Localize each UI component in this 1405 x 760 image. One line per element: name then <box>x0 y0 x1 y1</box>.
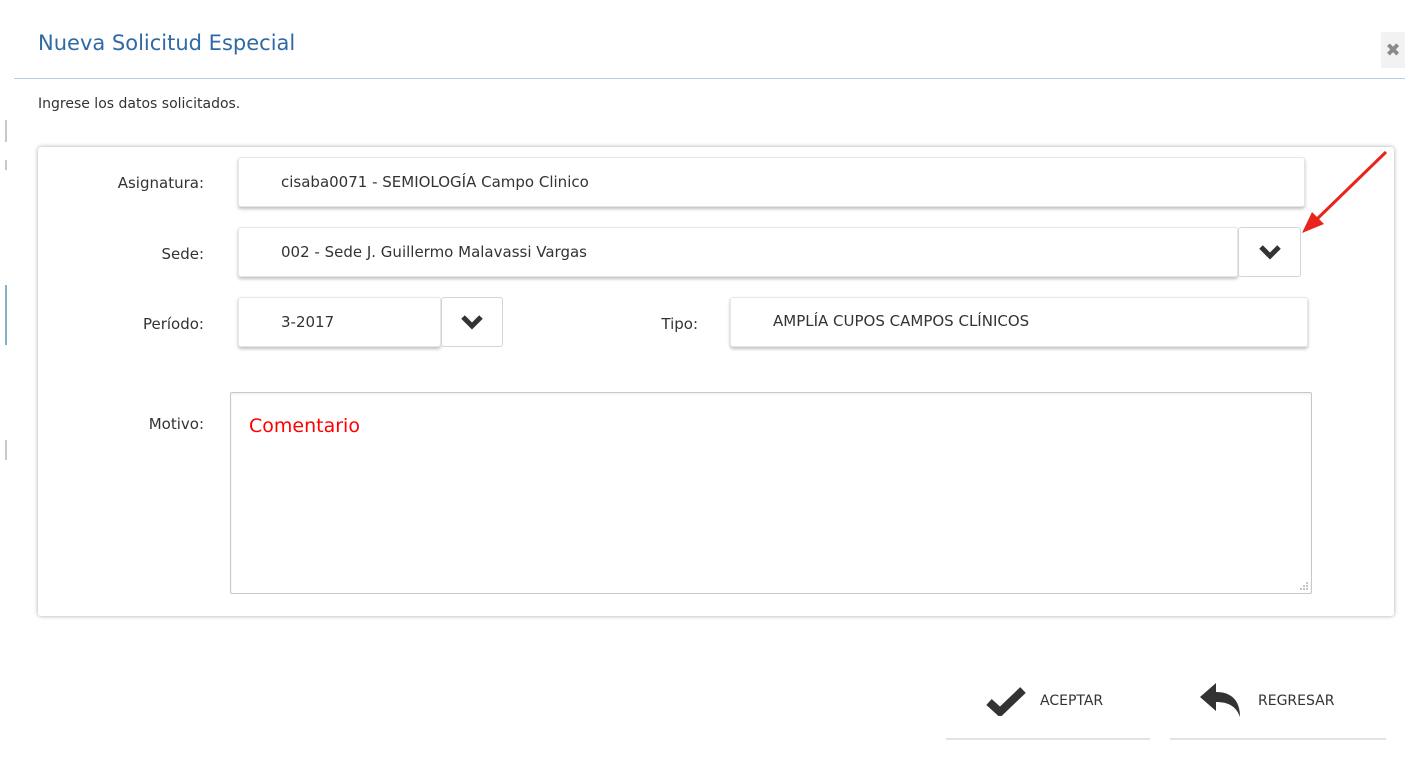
asignatura-value: cisaba0071 - SEMIOLOGÍA Campo Clinico <box>281 173 589 191</box>
tipo-value: AMPLÍA CUPOS CAMPOS CLÍNICOS <box>773 312 1030 330</box>
dialog-header: Nueva Solicitud Especial ✖ <box>14 8 1405 79</box>
asignatura-label: Asignatura: <box>117 174 204 192</box>
dialog-title: Nueva Solicitud Especial <box>38 31 296 55</box>
asignatura-field[interactable]: cisaba0071 - SEMIOLOGÍA Campo Clinico <box>238 157 1305 207</box>
tipo-label: Tipo: <box>661 315 698 333</box>
motivo-text: Comentario <box>249 415 360 437</box>
checkmark-icon <box>986 687 1026 716</box>
tipo-field[interactable]: AMPLÍA CUPOS CAMPOS CLÍNICOS <box>730 297 1308 347</box>
periodo-dropdown-button[interactable] <box>441 297 503 347</box>
background-edge <box>0 0 12 760</box>
close-button[interactable]: ✖ <box>1381 32 1405 68</box>
back-button[interactable]: REGRESAR <box>1170 664 1386 740</box>
instructions-text: Ingrese los datos solicitados. <box>38 96 241 112</box>
motivo-label: Motivo: <box>148 415 204 433</box>
resize-grip-icon[interactable] <box>1298 580 1308 590</box>
accept-label: ACEPTAR <box>1040 693 1104 709</box>
sede-select[interactable]: 002 - Sede J. Guillermo Malavassi Vargas <box>238 227 1238 277</box>
close-icon: ✖ <box>1385 39 1401 61</box>
periodo-value: 3-2017 <box>281 313 335 331</box>
form-panel: Asignatura: cisaba0071 - SEMIOLOGÍA Camp… <box>38 147 1394 616</box>
periodo-label: Período: <box>142 315 204 333</box>
periodo-select[interactable]: 3-2017 <box>238 297 441 347</box>
reply-arrow-icon <box>1200 683 1240 717</box>
back-label: REGRESAR <box>1258 693 1335 709</box>
motivo-textarea[interactable]: Comentario <box>230 392 1312 594</box>
sede-label: Sede: <box>161 245 204 263</box>
annotation-arrow-icon <box>1302 150 1388 233</box>
accept-button[interactable]: ACEPTAR <box>946 664 1150 740</box>
chevron-down-icon <box>461 315 483 330</box>
chevron-down-icon <box>1258 245 1281 260</box>
sede-value: 002 - Sede J. Guillermo Malavassi Vargas <box>281 243 587 261</box>
